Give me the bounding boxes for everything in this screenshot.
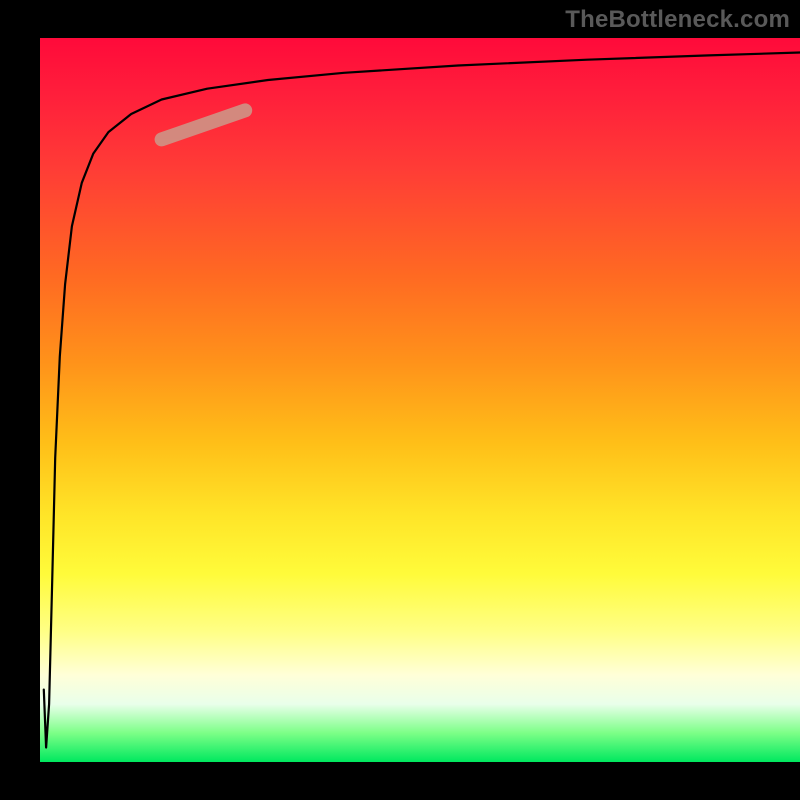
bottleneck-curve: [44, 53, 800, 748]
chart-frame: TheBottleneck.com: [0, 0, 800, 800]
plot-area: [40, 38, 800, 762]
curve-highlight: [162, 110, 246, 139]
curve-layer: [40, 38, 800, 762]
watermark-text: TheBottleneck.com: [565, 6, 790, 34]
